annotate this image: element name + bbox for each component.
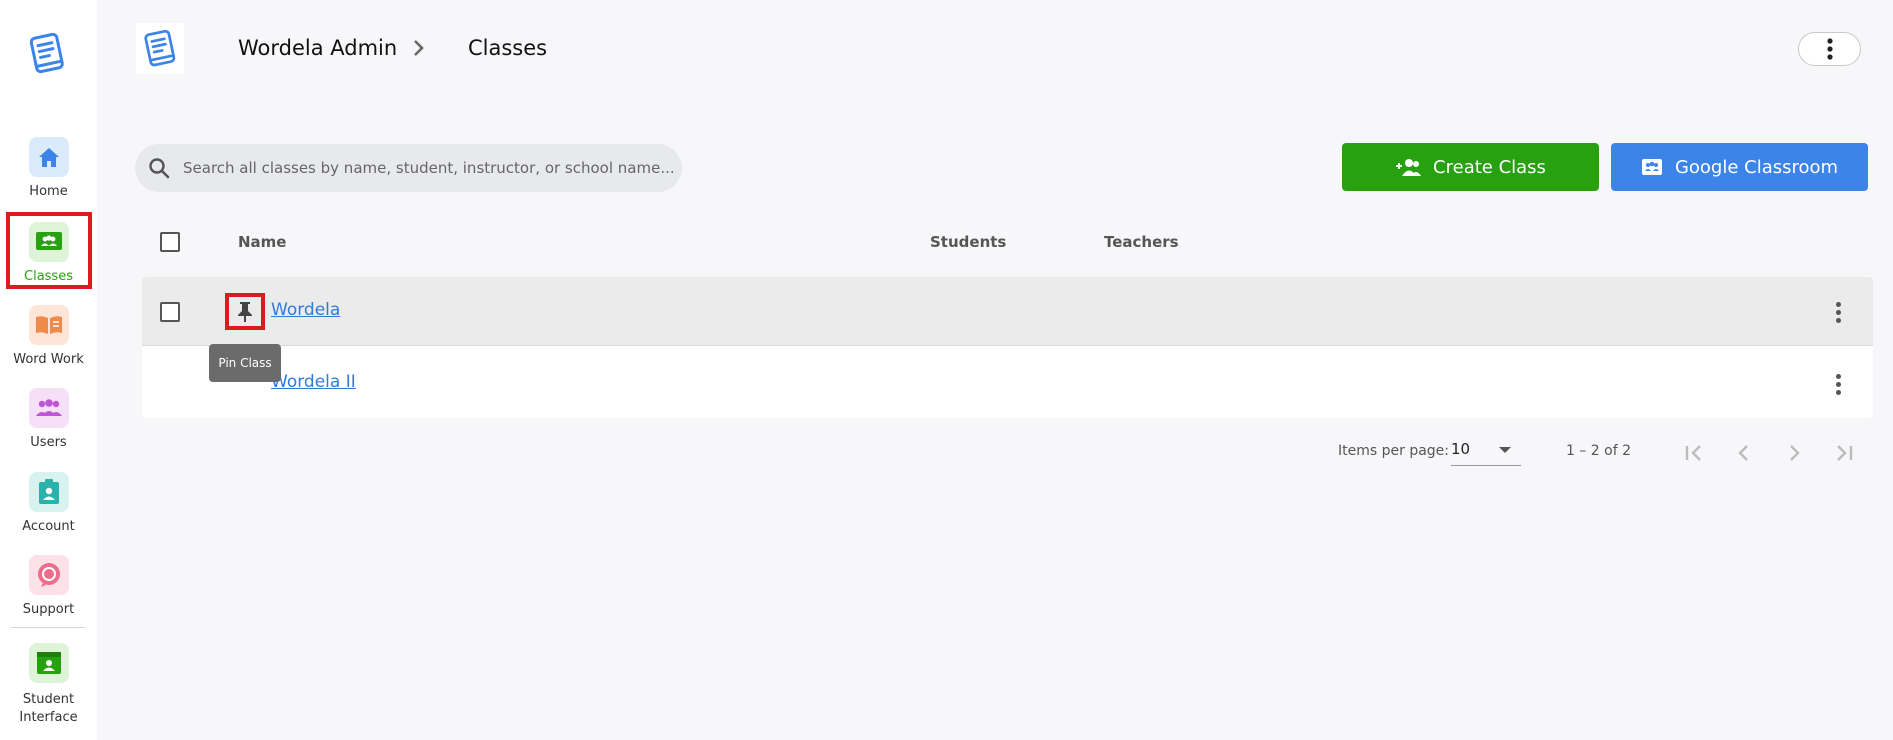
search-bar [135, 144, 682, 192]
breadcrumb-root[interactable]: Wordela Admin [238, 36, 397, 60]
dropdown-arrow-icon [1499, 447, 1511, 453]
column-header-teachers[interactable]: Teachers [1104, 233, 1179, 251]
book-logo-icon [29, 32, 64, 74]
more-menu-button[interactable] [1798, 32, 1861, 66]
sidebar-item-home[interactable]: Home [0, 137, 97, 201]
table-row[interactable] [142, 277, 1873, 346]
chevron-left-icon [1738, 445, 1748, 461]
sidebar-item-label: Word Work [13, 352, 84, 367]
header-logo [136, 23, 184, 74]
sidebar-item-label: Support [22, 602, 75, 617]
sidebar-item-label: Home [29, 184, 68, 199]
pin-icon [238, 301, 252, 322]
support-icon [28, 555, 69, 595]
more-vert-icon [1826, 38, 1833, 60]
sidebar-item-account[interactable]: Account [0, 472, 97, 536]
account-icon [28, 472, 69, 512]
chevron-right-icon [412, 36, 426, 64]
row-checkbox[interactable] [160, 302, 180, 322]
book-logo-icon [144, 29, 176, 66]
page-size-select[interactable]: 10 [1451, 440, 1521, 466]
add-group-icon [1396, 159, 1422, 176]
previous-page-button[interactable] [1720, 429, 1768, 477]
app-logo[interactable] [25, 30, 69, 78]
sidebar-item-label: Account [22, 519, 75, 534]
chevron-right-icon [1790, 445, 1800, 461]
sidebar: Home Classes Word Work Users Account Sup… [0, 0, 97, 740]
row-more-button[interactable] [1836, 302, 1842, 326]
first-page-icon [1685, 445, 1701, 461]
sidebar-item-users[interactable]: Users [0, 388, 97, 452]
row-more-button[interactable] [1836, 374, 1842, 398]
last-page-button[interactable] [1820, 429, 1868, 477]
sidebar-item-label: Users [30, 435, 67, 450]
class-name-link[interactable]: Wordela [271, 300, 340, 320]
sidebar-item-label: Student Interface [19, 692, 78, 725]
class-name-link[interactable]: Wordela II [271, 372, 356, 392]
home-icon [28, 137, 69, 177]
sidebar-item-word-work[interactable]: Word Work [0, 305, 97, 369]
first-page-button[interactable] [1670, 429, 1718, 477]
search-icon [147, 156, 171, 184]
open-book-icon [28, 305, 69, 345]
page-title: Classes [468, 36, 548, 60]
pin-class-button[interactable] [225, 293, 265, 330]
search-input[interactable] [183, 144, 673, 192]
highlight-box [6, 212, 92, 289]
column-header-name[interactable]: Name [238, 233, 286, 251]
google-classroom-button[interactable]: Google Classroom [1611, 143, 1868, 191]
create-class-button[interactable]: Create Class [1342, 143, 1599, 191]
page-range-label: 1 – 2 of 2 [1566, 443, 1632, 459]
classes-table [142, 277, 1873, 418]
sidebar-divider [10, 627, 85, 628]
items-per-page-label: Items per page: [1338, 443, 1450, 459]
sidebar-item-student-interface[interactable]: Student Interface [0, 643, 97, 727]
select-all-checkbox[interactable] [160, 232, 180, 252]
google-classroom-icon [1641, 159, 1662, 175]
users-icon [28, 388, 69, 428]
pin-class-tooltip: Pin Class [209, 344, 281, 382]
student-interface-icon [28, 643, 69, 683]
last-page-icon [1837, 445, 1853, 461]
column-header-students[interactable]: Students [930, 233, 1006, 251]
sidebar-item-support[interactable]: Support [0, 555, 97, 619]
next-page-button[interactable] [1770, 429, 1818, 477]
